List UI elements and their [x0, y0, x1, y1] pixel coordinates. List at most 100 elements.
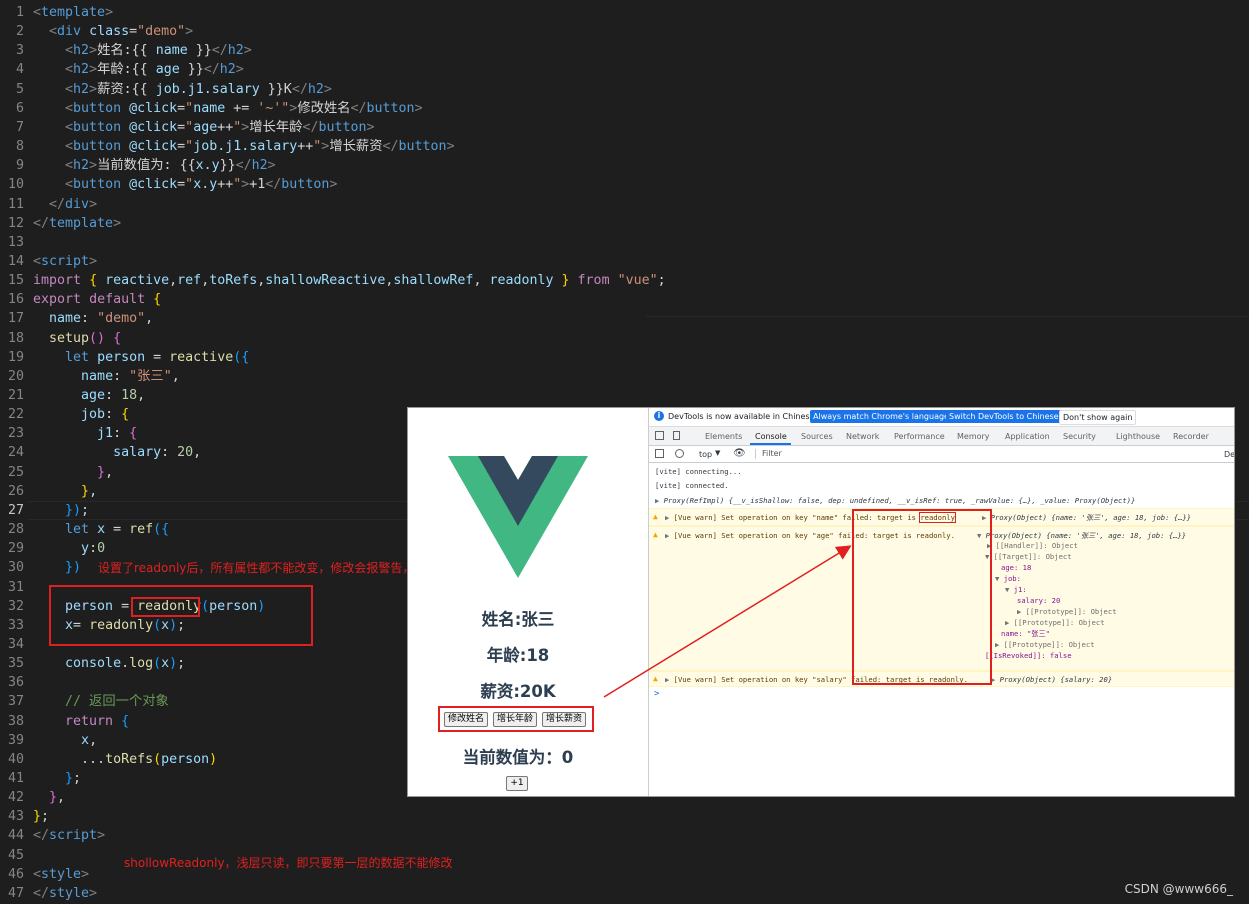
line-code: })	[65, 560, 82, 576]
code-line[interactable]: 9 <h2>当前数值为: {{x.y}}</h2>	[0, 156, 1249, 175]
line-code: </template>	[33, 215, 122, 231]
line-code: });	[65, 502, 90, 518]
line-number: 37	[7, 694, 24, 710]
code-line[interactable]: 7 <button @click="age++">增长年龄</button>	[0, 118, 1249, 137]
code-line[interactable]: 3 <h2>姓名:{{ name }}</h2>	[0, 41, 1249, 60]
line-code: let x = ref({	[65, 522, 170, 538]
line-number: 33	[7, 617, 24, 633]
line-code: <button @click="x.y++">+1</button>	[65, 177, 338, 193]
line-number: 47	[7, 885, 24, 901]
code-line[interactable]: 16 export default {	[0, 290, 1249, 309]
line-number: 9	[15, 158, 24, 174]
line-number: 31	[7, 579, 24, 595]
line-code: <script>	[33, 253, 98, 269]
line-number: 13	[7, 234, 24, 250]
code-line[interactable]: 11 </div>	[0, 195, 1249, 214]
line-code: <h2>薪资:{{ job.j1.salary }}K</h2>	[65, 81, 332, 97]
line-number: 1	[15, 5, 24, 20]
line-number: 29	[7, 541, 24, 557]
line-number: 5	[15, 81, 24, 97]
code-line[interactable]: 1 <template>	[0, 3, 1249, 22]
line-code: name: "demo",	[49, 311, 154, 327]
line-code: export default {	[33, 292, 162, 308]
line-code: name: "张三",	[81, 368, 180, 384]
line-code: salary: 20,	[113, 445, 202, 461]
line-number: 36	[7, 675, 24, 691]
line-number: 44	[7, 828, 24, 844]
line-number: 18	[7, 330, 24, 346]
line-code: // 返回一个对象	[65, 694, 169, 710]
line-code: <h2>年龄:{{ age }}</h2>	[65, 62, 244, 78]
line-number: 26	[7, 483, 24, 499]
code-line[interactable]: 2 <div class="demo">	[0, 22, 1249, 41]
line-code: ...toRefs(person)	[33, 751, 218, 767]
line-number: 3	[15, 43, 24, 59]
code-line[interactable]: 5 <h2>薪资:{{ job.j1.salary }}K</h2>	[0, 80, 1249, 99]
highlight-readonly-word	[131, 597, 200, 617]
line-number: 11	[7, 196, 24, 212]
code-line[interactable]: 4 <h2>年龄:{{ age }}</h2>	[0, 60, 1249, 79]
line-number: 28	[7, 522, 24, 538]
line-number: 43	[7, 809, 24, 825]
line-number: 4	[15, 62, 24, 78]
line-number: 15	[7, 273, 24, 289]
line-code: },	[49, 790, 66, 806]
code-line[interactable]: 44 </script>	[0, 826, 1249, 845]
line-number: 10	[7, 177, 24, 193]
annotation-arrow	[603, 545, 852, 698]
line-number: 7	[15, 119, 24, 135]
line-code: import { reactive,ref,toRefs,shallowReac…	[33, 273, 666, 289]
line-number: 17	[7, 311, 24, 327]
line-code: age: 18,	[81, 388, 146, 403]
code-line[interactable]: 18 setup() {	[0, 329, 1249, 348]
line-number: 41	[7, 771, 24, 786]
line-code: y:0	[81, 541, 106, 557]
line-number: 2	[15, 24, 24, 40]
line-code: },	[97, 464, 114, 480]
line-number: 30	[7, 560, 24, 576]
line-number: 22	[7, 407, 24, 423]
line-code: <div class="demo">	[49, 24, 194, 40]
line-number: 32	[7, 598, 24, 614]
line-number: 12	[7, 215, 24, 231]
line-number: 35	[7, 656, 24, 672]
line-code: };	[33, 809, 50, 825]
line-number: 23	[7, 426, 24, 442]
line-code: </style>	[33, 885, 98, 901]
line-number: 38	[7, 713, 24, 729]
browser-window: 姓名:张三 年龄:18 薪资:20K 修改姓名 增长年龄 增长薪资 当前数值为：…	[407, 407, 1235, 797]
line-number: 8	[15, 139, 24, 155]
line-number: 16	[7, 292, 24, 308]
line-code: job: {	[81, 407, 130, 423]
line-code: let person = reactive({	[65, 349, 250, 365]
code-line[interactable]: 12 </template>	[0, 214, 1249, 233]
line-number: 6	[15, 100, 24, 116]
code-line[interactable]: 21 age: 18,	[0, 386, 1249, 405]
line-number: 20	[7, 368, 24, 384]
code-line[interactable]: 47 </style>	[0, 884, 1249, 903]
code-line[interactable]: 19 let person = reactive({	[0, 348, 1249, 367]
line-number: 14	[7, 253, 24, 269]
line-number: 39	[7, 732, 24, 748]
code-line[interactable]: 20 name: "张三",	[0, 367, 1249, 386]
code-line[interactable]: 15 import { reactive,ref,toRefs,shallowRe…	[0, 271, 1249, 290]
line-code: <button @click="job.j1.salary++">增长薪资</b…	[65, 139, 455, 155]
watermark: CSDN @www666_	[1124, 882, 1233, 896]
line-code: console.log(x);	[65, 656, 186, 672]
code-line[interactable]: 6 <button @click="name += '~'">修改姓名</but…	[0, 99, 1249, 118]
code-line[interactable]: 10 <button @click="x.y++">+1</button>	[0, 175, 1249, 194]
line-number: 25	[7, 464, 24, 480]
line-code: },	[81, 483, 98, 499]
code-line[interactable]: 13	[0, 233, 1249, 252]
code-line[interactable]: 8 <button @click="job.j1.salary++">增长薪资<…	[0, 137, 1249, 156]
line-number: 34	[7, 636, 24, 652]
line-number: 24	[7, 445, 24, 461]
line-number: 46	[7, 866, 24, 882]
code-line[interactable]: 14 <script>	[0, 252, 1249, 271]
line-number: 40	[7, 751, 24, 767]
code-line[interactable]: 43};	[0, 807, 1249, 826]
line-code: <h2>姓名:{{ name }}</h2>	[65, 43, 252, 59]
line-code: return {	[65, 713, 130, 729]
annotation-shallow-note: shollowReadonly，浅层只读，即只要第一层的数据不能修改	[124, 856, 453, 870]
code-line[interactable]: 17 name: "demo",	[0, 309, 1249, 328]
